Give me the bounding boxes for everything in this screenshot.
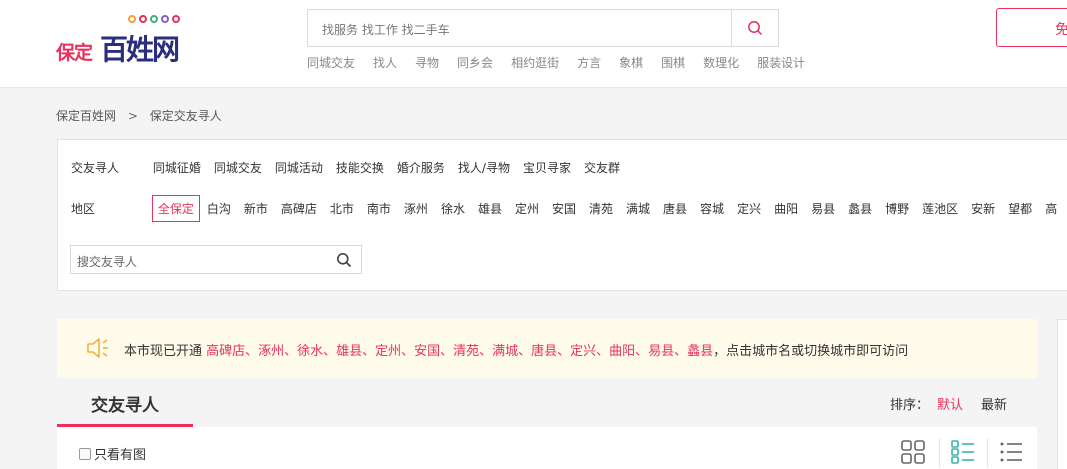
region-link[interactable]: 定州 [515, 200, 539, 217]
search-placeholder: 找服务 找工作 找二手车 [322, 23, 450, 37]
hot-link[interactable]: 相约逛街 [511, 56, 559, 70]
listing-box: 只看有图 [57, 427, 1037, 469]
city-notice: 本市现已开通 高碑店、涿州、徐水、雄县、定州、安国、清苑、满城、唐县、定兴、曲阳… [57, 319, 1037, 378]
category-link[interactable]: 交友群 [584, 159, 620, 176]
logo-dot [150, 15, 158, 23]
logo-dot [139, 15, 147, 23]
category-link[interactable]: 同城交友 [214, 159, 262, 176]
logo-dot [128, 15, 136, 23]
hot-link[interactable]: 同乡会 [457, 56, 493, 70]
filter-search-placeholder: 搜交友寻人 [77, 255, 138, 269]
hot-link[interactable]: 同城交友 [307, 56, 355, 70]
search-button[interactable] [731, 10, 778, 46]
region-link-selected[interactable]: 全保定 [151, 195, 200, 222]
region-link[interactable]: 定兴 [737, 200, 761, 217]
speaker-icon [87, 338, 108, 358]
region-label: 地区 [71, 202, 96, 216]
hot-link[interactable]: 服装设计 [757, 56, 805, 70]
region-link[interactable]: 唐县 [663, 200, 687, 217]
hot-link[interactable]: 寻物 [415, 56, 439, 70]
list-view-icon-active[interactable] [949, 438, 977, 466]
category-link[interactable]: 同城征婚 [153, 159, 201, 176]
only-images-checkbox[interactable] [79, 448, 91, 460]
view-divider [987, 438, 988, 468]
site-header: 保定 百姓网 找服务 找工作 找二手车 同城交友 找人 寻物 同乡会 相约逛街 方言 象棋 围… [0, 0, 1067, 88]
category-link[interactable]: 找人/寻物 [458, 159, 510, 176]
only-images-label: 只看有图 [94, 448, 147, 463]
region-link[interactable]: 满城 [626, 200, 650, 217]
region-link[interactable]: 涿州 [404, 200, 428, 217]
region-link[interactable]: 高 [1045, 200, 1057, 217]
sort-latest[interactable]: 最新 [981, 398, 1007, 413]
region-link[interactable]: 易县 [811, 200, 835, 217]
hot-link[interactable]: 方言 [577, 56, 601, 70]
side-panel [1057, 319, 1067, 469]
region-link[interactable]: 容城 [700, 200, 724, 217]
sort-label: 排序： [889, 398, 929, 413]
hot-link[interactable]: 找人 [373, 56, 397, 70]
region-link[interactable]: 清苑 [589, 200, 613, 217]
category-label: 交友寻人 [71, 161, 120, 175]
breadcrumb-home[interactable]: 保定百姓网 [56, 109, 116, 123]
compact-list-icon[interactable] [997, 438, 1025, 466]
logo-main: 百姓网 [100, 33, 180, 66]
region-link[interactable]: 莲池区 [922, 200, 958, 217]
category-link[interactable]: 宝贝寻家 [523, 159, 571, 176]
breadcrumb: 保定百姓网 > 保定交友寻人 [56, 107, 222, 124]
site-logo[interactable]: 保定 百姓网 [56, 12, 206, 68]
category-link[interactable]: 婚介服务 [397, 159, 445, 176]
logo-dots [128, 12, 183, 26]
filter-search-input[interactable]: 搜交友寻人 [70, 245, 362, 274]
region-link[interactable]: 新市 [244, 200, 268, 217]
category-link[interactable]: 技能交换 [336, 159, 384, 176]
grid-view-icon[interactable] [899, 438, 927, 466]
chevron-right-icon: > [127, 109, 138, 123]
sort-default[interactable]: 默认 [937, 398, 963, 413]
notice-suffix: ，点击城市名或切换城市即可访问 [713, 344, 909, 359]
hot-link[interactable]: 象棋 [619, 56, 643, 70]
logo-dot [172, 15, 180, 23]
search-input[interactable]: 找服务 找工作 找二手车 [307, 9, 779, 47]
hot-link[interactable]: 数理化 [703, 56, 739, 70]
region-link[interactable]: 望都 [1008, 200, 1032, 217]
hot-links: 同城交友 找人 寻物 同乡会 相约逛街 方言 象棋 围棋 数理化 服装设计 [307, 54, 823, 71]
notice-text: 本市现已开通 高碑店、涿州、徐水、雄县、定州、安国、清苑、满城、唐县、定兴、曲阳… [124, 340, 908, 359]
sort-bar: 排序： 默认 最新 [890, 394, 1007, 413]
breadcrumb-current[interactable]: 保定交友寻人 [150, 109, 222, 123]
region-link[interactable]: 高碑店 [281, 200, 317, 217]
logo-prefix: 保定 [56, 42, 93, 64]
region-row: 地区 全保定 白沟 新市 高碑店 北市 南市 涿州 徐水 雄县 定州 安国 清苑 满城 唐县 容城 定兴 曲阳易… [71, 195, 1067, 222]
search-icon [748, 21, 763, 36]
publish-button[interactable]: 免 [996, 8, 1067, 47]
region-link[interactable]: 北市 [330, 200, 354, 217]
region-link[interactable]: 蠡县 [848, 200, 872, 217]
region-link[interactable]: 安国 [552, 200, 576, 217]
region-link[interactable]: 安新 [971, 200, 995, 217]
notice-prefix: 本市现已开通 [124, 344, 203, 359]
category-link[interactable]: 同城活动 [275, 159, 323, 176]
notice-city-links[interactable]: 高碑店、涿州、徐水、雄县、定州、安国、清苑、满城、唐县、定兴、曲阳、易县、蠡县 [206, 344, 713, 359]
filter-panel: 交友寻人 同城征婚 同城交友 同城活动 技能交换 婚介服务 找人/寻物 宝贝寻家 交友群 地区… [57, 139, 1067, 291]
logo-dot [161, 15, 169, 23]
region-link[interactable]: 南市 [367, 200, 391, 217]
hot-link[interactable]: 围棋 [661, 56, 685, 70]
view-divider [939, 438, 940, 468]
region-link[interactable]: 博野 [885, 200, 909, 217]
search-icon[interactable] [336, 252, 352, 268]
only-images-filter[interactable]: 只看有图 [79, 444, 146, 463]
region-link[interactable]: 雄县 [478, 200, 502, 217]
region-link[interactable]: 徐水 [441, 200, 465, 217]
tab-friend-search[interactable]: 交友寻人 [57, 379, 193, 427]
region-link[interactable]: 曲阳 [774, 200, 798, 217]
category-row: 交友寻人 同城征婚 同城交友 同城活动 技能交换 婚介服务 找人/寻物 宝贝寻家 交友群 [71, 159, 633, 176]
region-link[interactable]: 白沟 [207, 200, 231, 217]
list-tabbar: 交友寻人 排序： 默认 最新 [57, 379, 1037, 427]
